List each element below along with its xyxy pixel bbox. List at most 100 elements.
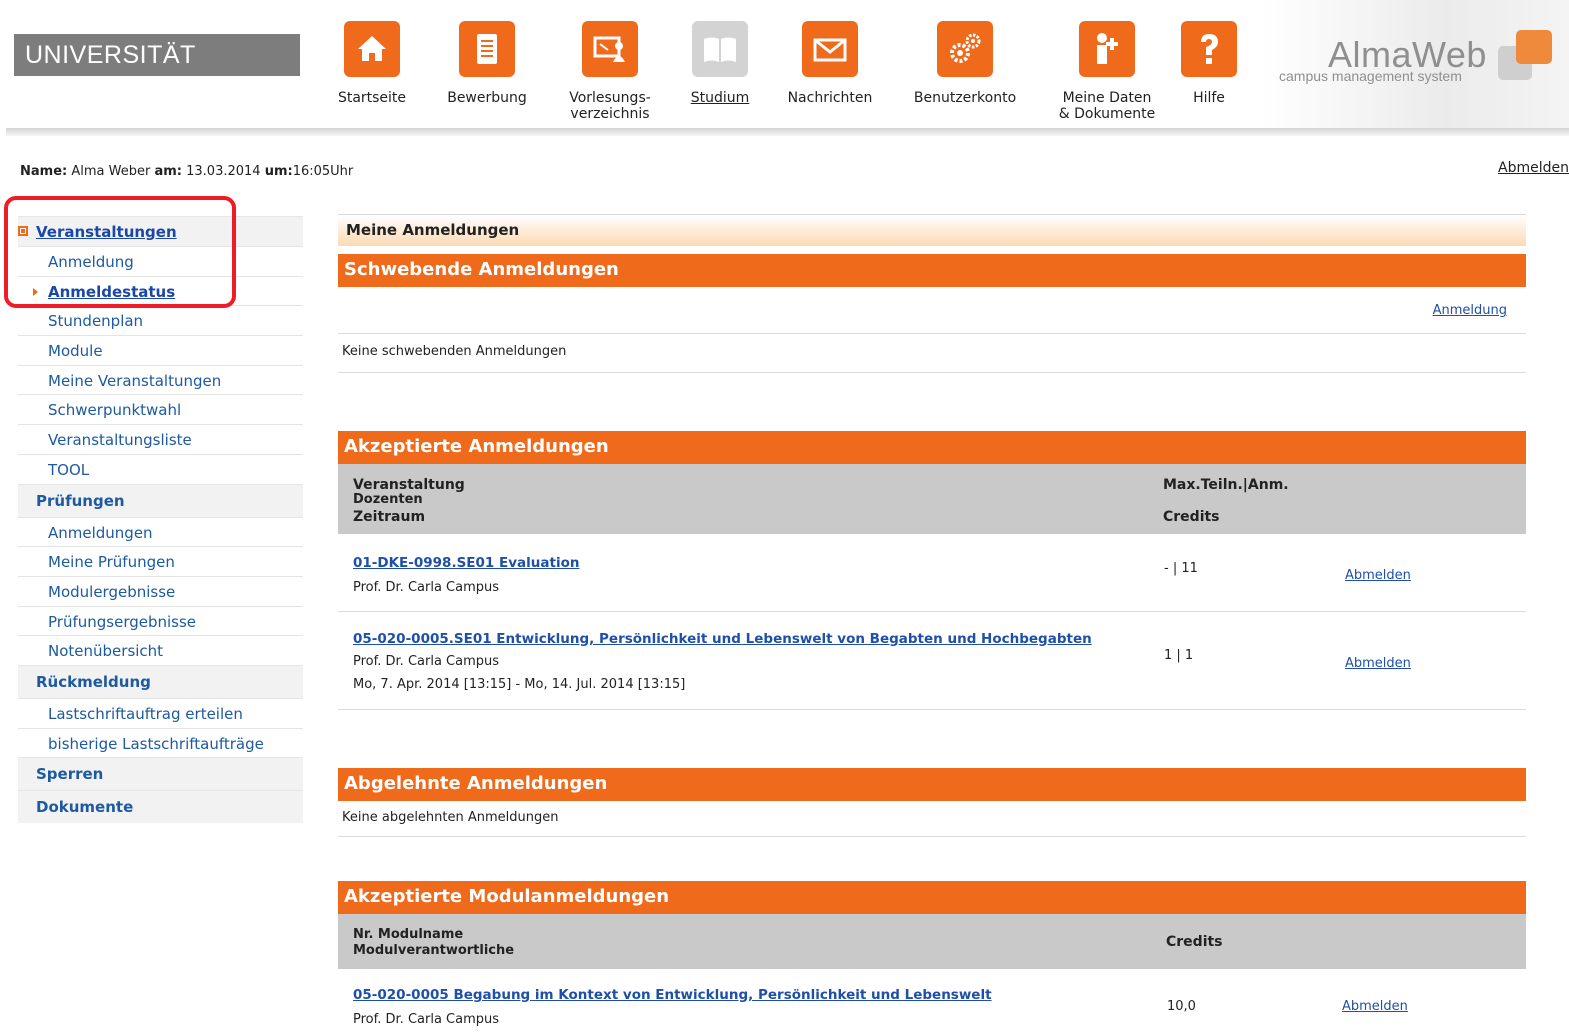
gears-icon — [937, 21, 993, 77]
sidebar-item-modulergebnisse[interactable]: Modulergebnisse — [18, 575, 303, 606]
rejected-empty-message: Keine abgelehnten Anmeldungen — [338, 801, 1526, 837]
course-participants: - | 11 — [1164, 561, 1198, 576]
sidebar-item-label: Schwerpunktwahl — [48, 401, 182, 420]
nav-label: Benutzerkonto — [913, 90, 1017, 106]
sidebar-item-meine-veranstaltungen[interactable]: Meine Veranstaltungen — [18, 364, 303, 395]
pending-empty-message: Keine schwebenden Anmeldungen — [338, 334, 1526, 373]
sidebar-item-label: TOOL — [48, 460, 90, 479]
sidebar-section-label: Rückmeldung — [36, 672, 151, 691]
brand-squares-icon — [1498, 30, 1558, 86]
col-zeitraum: Zeitraum — [353, 509, 426, 525]
sidebar-item-anmeldung[interactable]: Anmeldung — [18, 246, 303, 276]
col-max-teiln: Max.Teiln.|Anm. — [1163, 477, 1289, 493]
abmelden-button[interactable]: Abmelden — [1345, 568, 1411, 583]
col-veranstaltung: Veranstaltung — [353, 477, 465, 493]
sidebar-section-veranstaltungen[interactable]: Veranstaltungen — [18, 216, 303, 246]
header-divider — [6, 128, 1569, 136]
nav-label-line2: verzeichnis — [570, 106, 650, 122]
user-documents-icon — [1079, 21, 1135, 77]
nav-label: Studium — [690, 90, 750, 106]
course-participants: 1 | 1 — [1164, 648, 1194, 663]
sidebar-section-rueckmeldung[interactable]: Rückmeldung — [18, 664, 303, 698]
lecture-icon — [582, 21, 638, 77]
course-link[interactable]: 05-020-0005.SE01 Entwicklung, Persönlich… — [353, 631, 1092, 647]
sidebar-item-lastschriftauftrag-erteilen[interactable]: Lastschriftauftrag erteilen — [18, 697, 303, 728]
nav-bewerbung[interactable]: Bewerbung — [441, 21, 533, 106]
course-link[interactable]: 01-DKE-0998.SE01 Evaluation — [353, 555, 579, 571]
sidebar-item-label: Meine Veranstaltungen — [48, 371, 222, 390]
nav-meine-daten[interactable]: Meine Daten & Dokumente — [1053, 21, 1161, 122]
question-icon — [1181, 21, 1237, 77]
book-icon — [692, 21, 748, 77]
sidebar-item-tool[interactable]: TOOL — [18, 453, 303, 484]
sidebar-item-anmeldungen[interactable]: Anmeldungen — [18, 516, 303, 547]
nav-startseite[interactable]: Startseite — [334, 21, 410, 106]
current-arrow-icon — [33, 287, 38, 296]
section-modules-header: Akzeptierte Modulanmeldungen — [338, 881, 1526, 914]
modules-table-header: Nr. Modulname Modulverantwortliche Credi… — [338, 914, 1526, 969]
time-label: um: — [264, 164, 293, 179]
sidebar-item-label: Lastschriftauftrag erteilen — [48, 704, 243, 723]
nav-vorlesungsverzeichnis[interactable]: Vorlesungs- verzeichnis — [562, 21, 658, 122]
nav-hilfe[interactable]: Hilfe — [1180, 21, 1238, 106]
nav-benutzerkonto[interactable]: Benutzerkonto — [906, 21, 1024, 106]
nav-studium[interactable]: Studium — [686, 21, 754, 106]
pending-toolbar: Anmeldung — [338, 287, 1526, 334]
section-accepted-header: Akzeptierte Anmeldungen — [338, 431, 1526, 464]
table-row: 05-020-0005.SE01 Entwicklung, Persönlich… — [338, 612, 1526, 710]
sidebar-item-stundenplan[interactable]: Stundenplan — [18, 305, 303, 335]
sidebar-item-veranstaltungsliste[interactable]: Veranstaltungsliste — [18, 424, 303, 454]
sidebar-item-label: Anmeldung — [48, 253, 134, 271]
sidebar-item-pruefungsergebnisse[interactable]: Prüfungsergebnisse — [18, 605, 303, 636]
sidebar-item-label[interactable]: Anmeldestatus — [48, 283, 175, 301]
sidebar-item-module[interactable]: Module — [18, 335, 303, 365]
anmeldung-link[interactable]: Anmeldung — [1433, 303, 1507, 318]
envelope-icon — [802, 21, 858, 77]
abmelden-button[interactable]: Abmelden — [1342, 999, 1408, 1014]
sidebar-item-label: Veranstaltungsliste — [48, 431, 192, 450]
sidebar-item-meine-pruefungen[interactable]: Meine Prüfungen — [18, 546, 303, 576]
nav-nachrichten[interactable]: Nachrichten — [783, 21, 877, 106]
sidebar-item-label: bisherige Lastschriftaufträge — [48, 734, 264, 753]
sidebar-item-label: Module — [48, 342, 103, 361]
section-open-icon — [18, 226, 28, 236]
col-nr-modulname: Nr. Modulname — [353, 927, 464, 942]
sidebar-item-label: Anmeldungen — [48, 523, 153, 542]
university-logo[interactable]: UNIVERSITÄT LEIPZIG — [14, 34, 300, 111]
sidebar-section-sperren[interactable]: Sperren — [18, 757, 303, 791]
nav-label: Vorlesungs- — [569, 90, 651, 106]
sidebar-item-anmeldestatus[interactable]: Anmeldestatus — [18, 275, 303, 306]
col-modulverantwortliche: Modulverantwortliche — [353, 943, 515, 958]
name-label: Name: — [20, 164, 68, 179]
module-lecturer: Prof. Dr. Carla Campus — [353, 1012, 500, 1027]
main-content: Meine Anmeldungen Schwebende Anmeldungen… — [338, 214, 1526, 1032]
module-credits: 10,0 — [1167, 999, 1196, 1014]
user-info: Name: Alma Weber am: 13.03.2014 um:16:05… — [20, 164, 353, 179]
abmelden-button[interactable]: Abmelden — [1345, 656, 1411, 671]
sidebar-item-notenuebersicht[interactable]: Notenübersicht — [18, 635, 303, 665]
logout-link[interactable]: Abmelden — [1498, 160, 1569, 176]
home-icon — [344, 21, 400, 77]
section-pending-header: Schwebende Anmeldungen — [338, 254, 1526, 287]
sidebar-item-bisherige-lastschriftauftraege[interactable]: bisherige Lastschriftaufträge — [18, 727, 303, 758]
section-rejected-header: Abgelehnte Anmeldungen — [338, 768, 1526, 801]
course-lecturer: Prof. Dr. Carla Campus — [353, 654, 500, 669]
date-label: am: — [154, 164, 182, 179]
sidebar-item-schwerpunktwahl[interactable]: Schwerpunktwahl — [18, 394, 303, 424]
table-row: 05-020-0005 Begabung im Kontext von Entw… — [338, 969, 1526, 1032]
table-row: 01-DKE-0998.SE01 Evaluation Prof. Dr. Ca… — [338, 534, 1526, 612]
module-link[interactable]: 05-020-0005 Begabung im Kontext von Entw… — [353, 987, 992, 1003]
sidebar-section-label[interactable]: Veranstaltungen — [36, 223, 177, 241]
almaweb-logo[interactable]: AlmaWeb campus management system — [1262, 0, 1569, 128]
col-credits: Credits — [1166, 934, 1223, 950]
nav-label: Hilfe — [1193, 90, 1225, 106]
sidebar-section-pruefungen[interactable]: Prüfungen — [18, 483, 303, 517]
nav-label: Meine Daten — [1062, 90, 1152, 106]
document-icon — [459, 21, 515, 77]
course-period: Mo, 7. Apr. 2014 [13:15] - Mo, 14. Jul. … — [353, 677, 686, 692]
col-credits: Credits — [1163, 509, 1220, 525]
nav-label: Bewerbung — [447, 90, 527, 106]
page-title: Meine Anmeldungen — [338, 214, 1526, 246]
header: UNIVERSITÄT LEIPZIG Startseite Bewerbung… — [0, 0, 1569, 132]
sidebar-section-dokumente[interactable]: Dokumente — [18, 790, 303, 824]
